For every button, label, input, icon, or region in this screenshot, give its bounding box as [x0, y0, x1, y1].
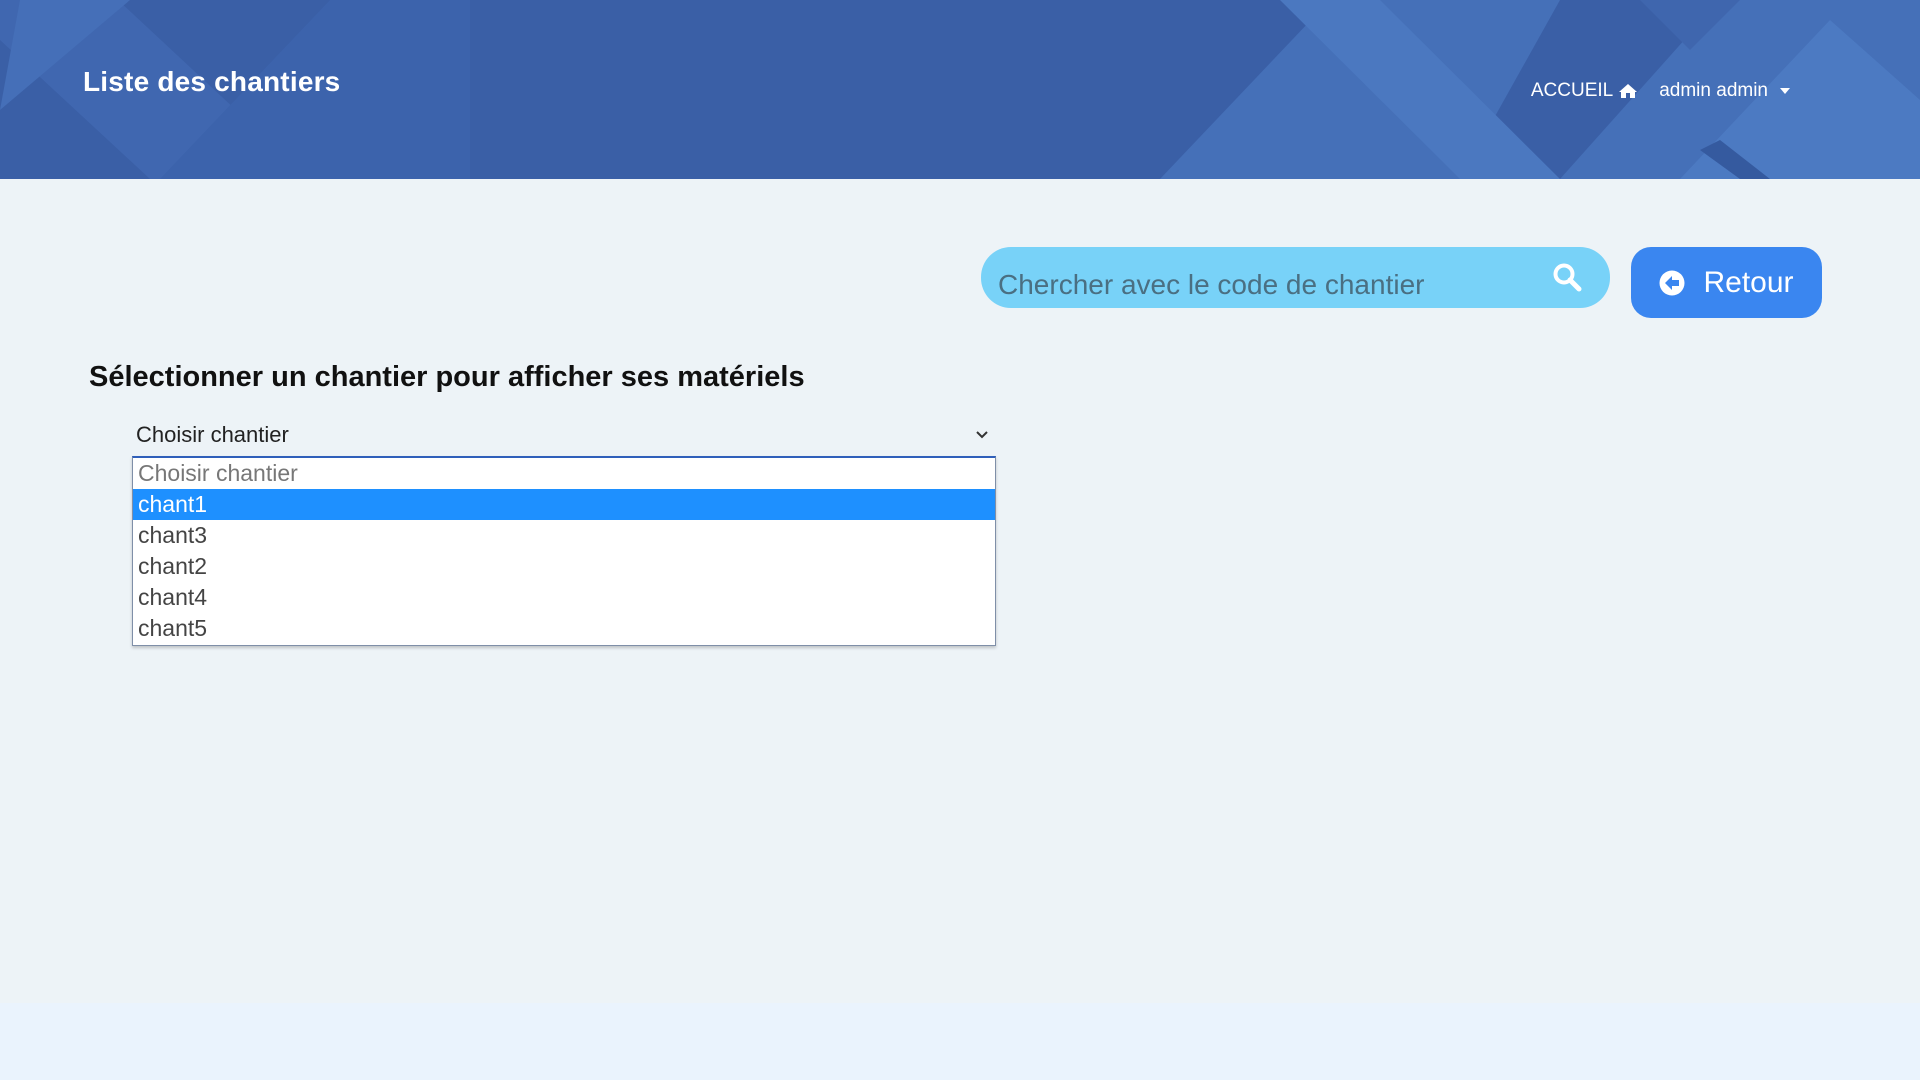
back-button-label: Retour: [1703, 265, 1794, 299]
header-banner: Liste des chantiers ACCUEIL admin admin: [0, 0, 1920, 179]
arrow-circle-left-icon: [1659, 270, 1685, 295]
nav-home-label: ACCUEIL: [1530, 80, 1614, 101]
dropdown-option[interactable]: chant3: [133, 520, 995, 551]
dropdown-option[interactable]: Choisir chantier: [133, 458, 995, 489]
dropdown-option-highlighted[interactable]: chant1: [133, 489, 995, 520]
page-title: Liste des chantiers: [83, 66, 341, 97]
search-bar: [981, 247, 1610, 308]
nav-home-link[interactable]: ACCUEIL: [1530, 80, 1638, 102]
top-nav: ACCUEIL admin admin: [1531, 80, 1790, 102]
chevron-down-icon: [976, 431, 988, 439]
dropdown-option[interactable]: chant2: [133, 551, 995, 582]
home-icon: [1619, 84, 1638, 98]
chantier-dropdown-list: Choisir chantier chant1 chant3 chant2 ch…: [132, 456, 996, 646]
search-icon[interactable]: [1552, 262, 1582, 292]
back-button[interactable]: Retour: [1631, 247, 1822, 318]
user-menu-toggle[interactable]: admin admin: [1659, 80, 1790, 102]
section-title: Sélectionner un chantier pour afficher s…: [89, 361, 805, 393]
chantier-select-value: Choisir chantier: [136, 422, 289, 447]
dropdown-option[interactable]: chant4: [133, 582, 995, 613]
footer-band: [0, 1003, 1920, 1080]
dropdown-option[interactable]: chant5: [133, 613, 995, 644]
chantier-select[interactable]: Choisir chantier: [134, 415, 994, 455]
user-name-label: admin admin: [1659, 80, 1768, 101]
search-input[interactable]: [998, 265, 1518, 305]
caret-down-icon: [1780, 88, 1790, 94]
